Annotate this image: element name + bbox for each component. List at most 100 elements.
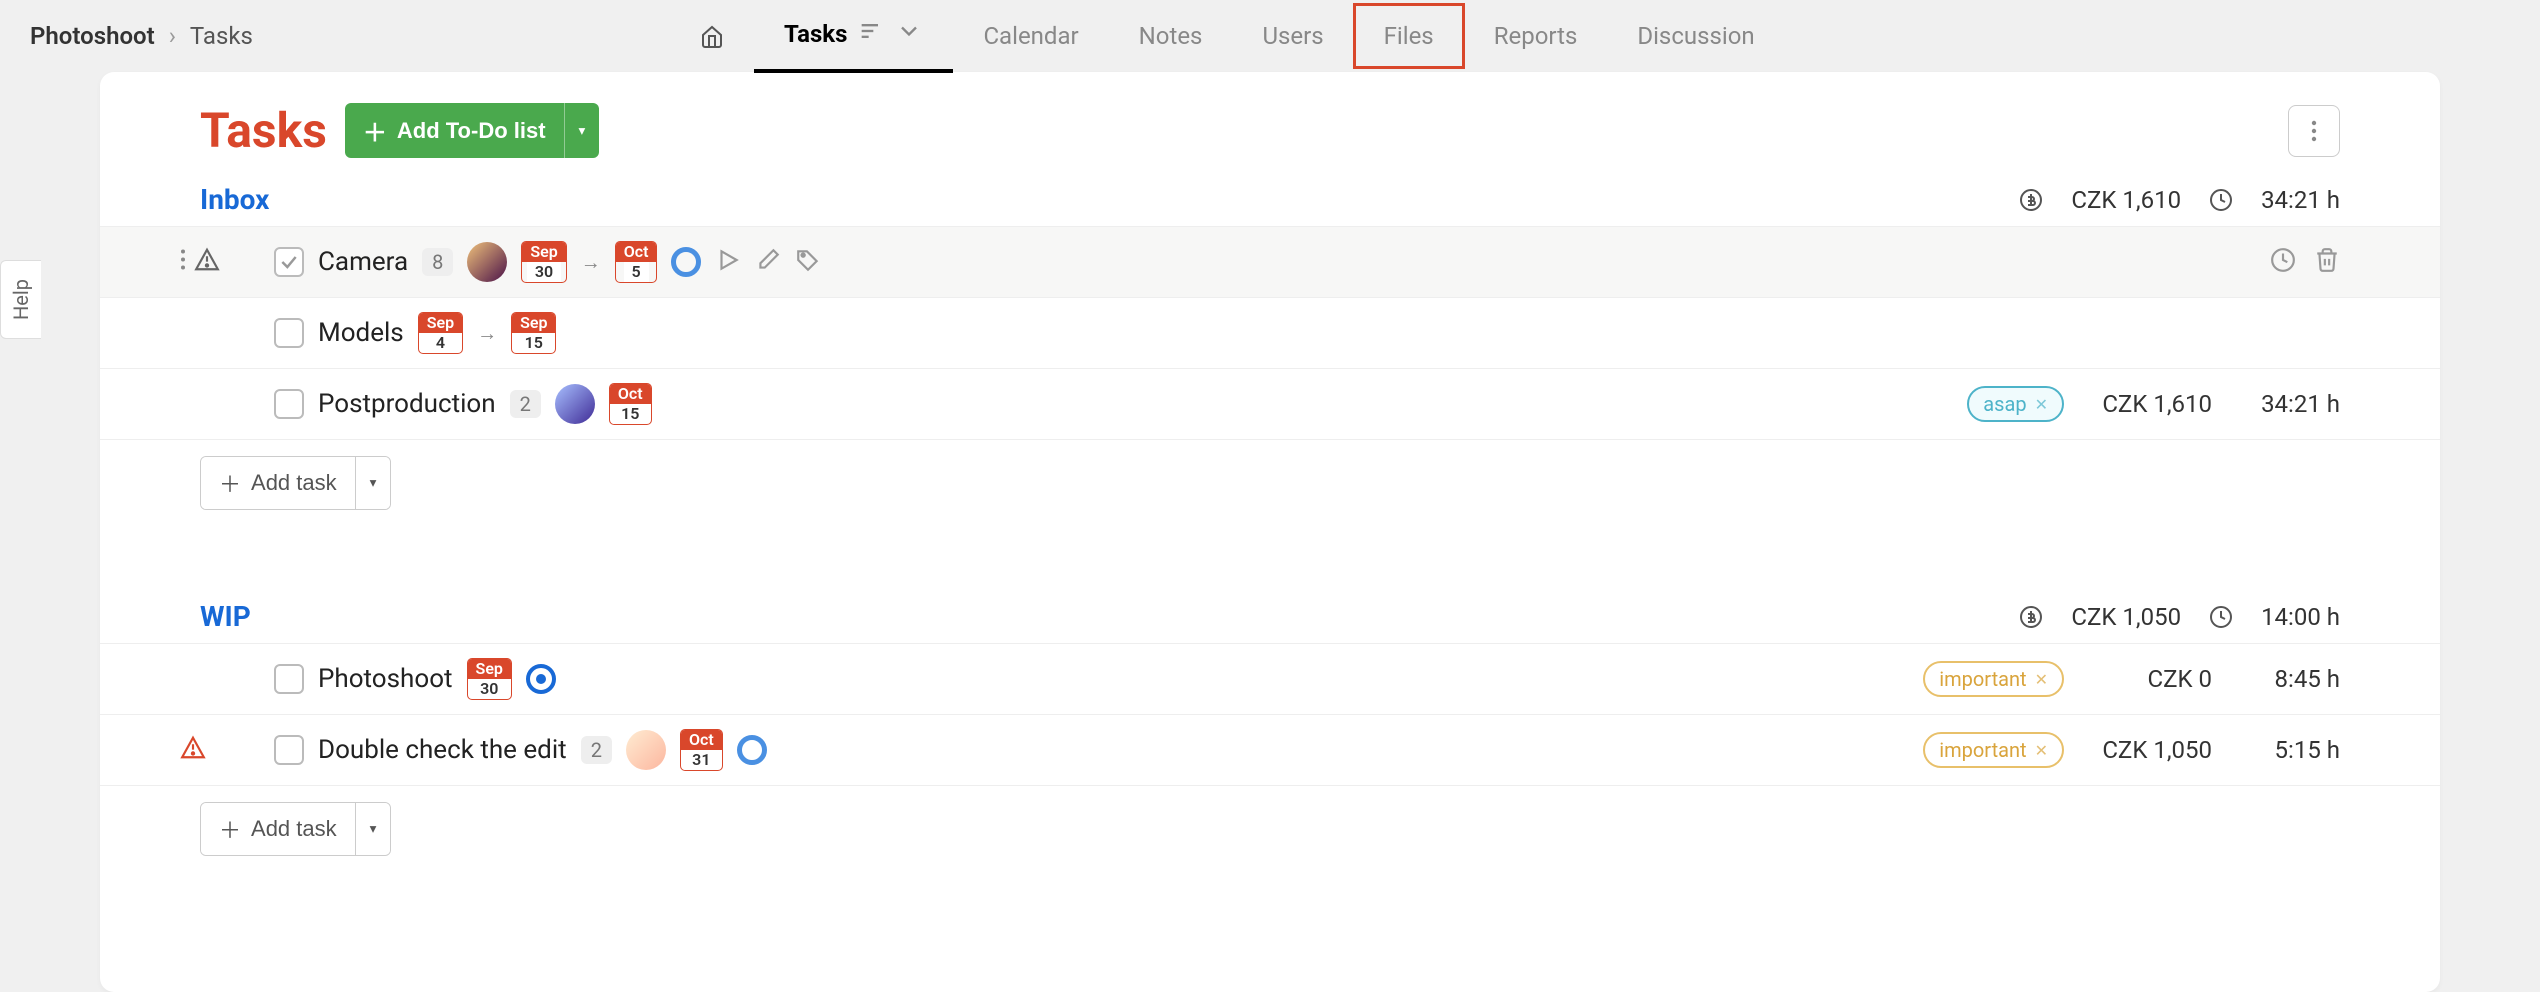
- task-checkbox[interactable]: [274, 389, 304, 419]
- add-todo-button[interactable]: ＋ Add To-Do list: [345, 103, 564, 158]
- status-ring-icon[interactable]: [737, 735, 767, 765]
- nav-label: Tasks: [784, 20, 847, 48]
- task-checkbox[interactable]: [274, 318, 304, 348]
- task-time: 8:45 h: [2240, 665, 2340, 693]
- section-head-inbox: Inbox CZK 1,610 34:21 h: [100, 183, 2440, 226]
- task-row[interactable]: Photoshoot Sep30 important✕ CZK 0 8:45 h: [100, 643, 2440, 714]
- nav-users[interactable]: Users: [1232, 4, 1353, 68]
- task-cost: CZK 0: [2092, 665, 2212, 693]
- breadcrumb-project[interactable]: Photoshoot: [30, 22, 155, 50]
- task-count: 8: [422, 248, 453, 276]
- nav-reports[interactable]: Reports: [1464, 4, 1608, 68]
- add-task-dropdown[interactable]: ▾: [355, 803, 391, 855]
- tag-remove-icon[interactable]: ✕: [2035, 741, 2048, 760]
- page-title: Tasks: [200, 102, 327, 159]
- currency-icon: [2019, 605, 2043, 629]
- task-cost: CZK 1,050: [2092, 736, 2212, 764]
- add-task-button[interactable]: ＋ Add task: [201, 457, 355, 509]
- add-task-label: Add task: [251, 470, 337, 496]
- caret-down-icon: ▾: [579, 123, 586, 138]
- date-to[interactable]: Sep15: [511, 312, 556, 354]
- task-name[interactable]: Postproduction: [318, 389, 496, 419]
- breadcrumb: Photoshoot › Tasks: [30, 22, 630, 50]
- tag-remove-icon[interactable]: ✕: [2035, 395, 2048, 414]
- date-to[interactable]: Oct15: [609, 383, 652, 425]
- main-nav: Tasks Calendar Notes Users Files Reports…: [670, 0, 1785, 73]
- avatar[interactable]: [467, 242, 507, 282]
- task-row[interactable]: Camera 8 Sep30 → Oct5: [100, 226, 2440, 297]
- section-time: 34:21 h: [2261, 186, 2340, 214]
- tag-asap[interactable]: asap✕: [1967, 386, 2064, 422]
- caret-down-icon: ▾: [370, 475, 377, 490]
- arrow-right-icon: →: [477, 321, 497, 346]
- nav-calendar[interactable]: Calendar: [953, 4, 1108, 68]
- task-cost: CZK 1,610: [2092, 390, 2212, 418]
- play-icon[interactable]: [715, 247, 741, 278]
- task-name[interactable]: Models: [318, 318, 404, 348]
- tag-icon[interactable]: [795, 247, 821, 278]
- date-to[interactable]: Sep30: [467, 658, 512, 700]
- breadcrumb-current: Tasks: [190, 22, 253, 50]
- date-from[interactable]: Sep4: [418, 312, 463, 354]
- nav-files[interactable]: Files: [1354, 4, 1464, 68]
- task-name[interactable]: Photoshoot: [318, 664, 453, 694]
- add-task-dropdown[interactable]: ▾: [355, 457, 391, 509]
- filter-icon[interactable]: [857, 17, 885, 51]
- date-from[interactable]: Sep30: [521, 241, 566, 283]
- pencil-icon[interactable]: [755, 247, 781, 278]
- task-checkbox[interactable]: [274, 735, 304, 765]
- top-bar: Photoshoot › Tasks Tasks Calendar Notes …: [0, 0, 2540, 72]
- chevron-down-icon[interactable]: [895, 17, 923, 51]
- main-card: Tasks ＋ Add To-Do list ▾ Inbox CZK 1,610: [100, 72, 2440, 992]
- section-time: 14:00 h: [2261, 603, 2340, 631]
- help-tab[interactable]: Help: [0, 260, 41, 339]
- home-icon: [700, 24, 724, 48]
- status-active-icon[interactable]: [526, 664, 556, 694]
- add-task-label: Add task: [251, 816, 337, 842]
- task-name[interactable]: Camera: [318, 247, 408, 277]
- task-count: 2: [581, 736, 612, 764]
- task-checkbox[interactable]: [274, 664, 304, 694]
- arrow-right-icon: →: [581, 250, 601, 275]
- avatar[interactable]: [626, 730, 666, 770]
- task-row[interactable]: Double check the edit 2 Oct31 important✕…: [100, 714, 2440, 785]
- caret-down-icon: ▾: [370, 821, 377, 836]
- warning-icon: [180, 735, 206, 766]
- task-row[interactable]: Models Sep4 → Sep15: [100, 297, 2440, 368]
- add-task-button[interactable]: ＋ Add task: [201, 803, 355, 855]
- nav-home[interactable]: [670, 6, 754, 66]
- nav-discussion[interactable]: Discussion: [1607, 4, 1784, 68]
- page-menu-button[interactable]: [2288, 105, 2340, 157]
- task-count: 2: [510, 390, 541, 418]
- drag-handle-icon[interactable]: [180, 249, 186, 276]
- avatar[interactable]: [555, 384, 595, 424]
- date-to[interactable]: Oct31: [680, 729, 723, 771]
- date-to[interactable]: Oct5: [615, 241, 658, 283]
- clock-icon: [2209, 188, 2233, 212]
- tag-important[interactable]: important✕: [1923, 732, 2064, 768]
- task-name[interactable]: Double check the edit: [318, 735, 567, 765]
- clock-icon: [2209, 605, 2233, 629]
- add-todo-label: Add To-Do list: [397, 118, 546, 144]
- task-row[interactable]: Postproduction 2 Oct15 asap✕ CZK 1,610 3…: [100, 368, 2440, 439]
- plus-icon: ＋: [363, 113, 387, 148]
- trash-icon[interactable]: [2314, 247, 2340, 278]
- section-title[interactable]: Inbox: [200, 183, 269, 216]
- add-todo-group: ＋ Add To-Do list ▾: [345, 103, 599, 158]
- status-ring-icon[interactable]: [671, 247, 701, 277]
- add-task-group: ＋ Add task ▾: [200, 802, 391, 856]
- warning-icon: [194, 247, 220, 278]
- nav-tasks[interactable]: Tasks: [754, 0, 953, 73]
- currency-icon: [2019, 188, 2043, 212]
- add-task-group: ＋ Add task ▾: [200, 456, 391, 510]
- section-title[interactable]: WIP: [200, 600, 251, 633]
- task-time: 5:15 h: [2240, 736, 2340, 764]
- clock-icon[interactable]: [2270, 247, 2296, 278]
- task-checkbox[interactable]: [274, 247, 304, 277]
- add-todo-dropdown[interactable]: ▾: [564, 103, 600, 158]
- nav-notes[interactable]: Notes: [1109, 4, 1233, 68]
- plus-icon: ＋: [219, 813, 241, 845]
- tag-important[interactable]: important✕: [1923, 661, 2064, 697]
- section-cost: CZK 1,610: [2071, 186, 2181, 214]
- tag-remove-icon[interactable]: ✕: [2035, 670, 2048, 689]
